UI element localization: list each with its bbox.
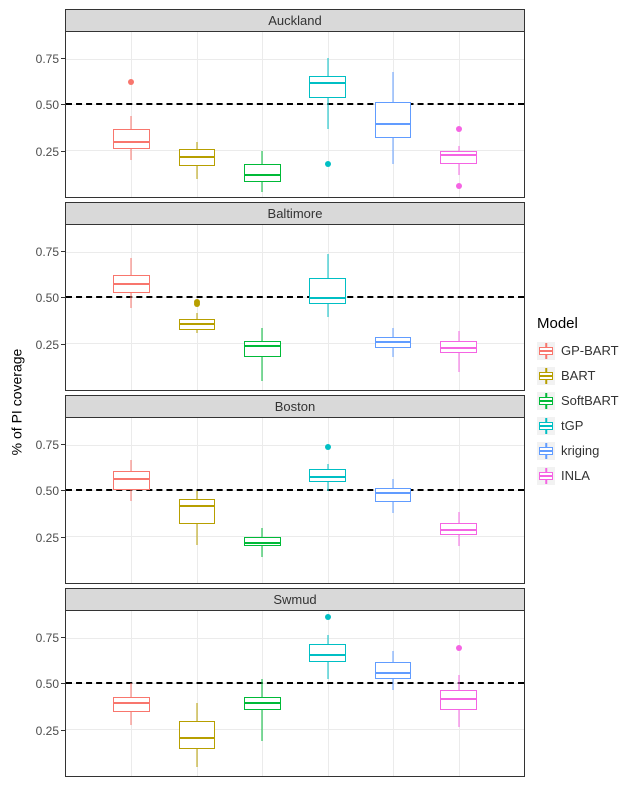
boxplot-BART <box>174 418 220 583</box>
boxplot-GP-BART <box>109 611 155 776</box>
legend-label: GP-BART <box>561 343 619 358</box>
boxplot-SoftBART <box>239 418 285 583</box>
boxplot-tGP <box>305 32 351 197</box>
legend-title: Model <box>537 315 635 332</box>
outlier <box>456 645 462 651</box>
legend-label: INLA <box>561 468 590 483</box>
legend-label: tGP <box>561 418 583 433</box>
boxplot-SoftBART <box>239 32 285 197</box>
facet-title: Baltimore <box>65 202 525 224</box>
boxplot-tGP <box>305 611 351 776</box>
panel <box>65 417 525 584</box>
facet-title: Boston <box>65 395 525 417</box>
legend-label: BART <box>561 368 595 383</box>
y-tick-label: 0.25 <box>36 724 59 738</box>
panel <box>65 610 525 777</box>
boxplot-SoftBART <box>239 225 285 390</box>
y-tick-label: 0.50 <box>36 98 59 112</box>
boxplot-INLA <box>436 225 482 390</box>
y-tick-label: 0.50 <box>36 484 59 498</box>
outlier <box>128 79 134 85</box>
legend-key <box>537 342 555 360</box>
boxplot-kriging <box>370 225 416 390</box>
panel <box>65 31 525 198</box>
boxplot-INLA <box>436 418 482 583</box>
boxplot-kriging <box>370 611 416 776</box>
y-axis-label: % of PI coverage <box>5 5 27 799</box>
y-tick-label: 0.25 <box>36 338 59 352</box>
legend-key <box>537 367 555 385</box>
outlier <box>325 161 331 167</box>
outlier <box>325 614 331 620</box>
legend-key <box>537 417 555 435</box>
outlier <box>325 444 331 450</box>
boxplot-INLA <box>436 611 482 776</box>
facet: Auckland <box>65 9 525 198</box>
boxplot-kriging <box>370 418 416 583</box>
y-tick-label: 0.75 <box>36 245 59 259</box>
boxplot-GP-BART <box>109 32 155 197</box>
y-tick-label: 0.75 <box>36 438 59 452</box>
facet: Baltimore <box>65 202 525 391</box>
outlier <box>456 183 462 189</box>
legend-items: GP-BART BART SoftBART tGP kriging <box>537 340 635 490</box>
boxplot-BART <box>174 225 220 390</box>
boxplot-tGP <box>305 225 351 390</box>
outlier <box>194 301 200 307</box>
boxplot-kriging <box>370 32 416 197</box>
legend: Model GP-BART BART SoftBART tGP <box>525 5 635 799</box>
legend-item: BART <box>537 365 635 387</box>
legend-key <box>537 392 555 410</box>
legend-label: kriging <box>561 443 599 458</box>
facet-title: Swmud <box>65 588 525 610</box>
boxplot-GP-BART <box>109 418 155 583</box>
legend-item: GP-BART <box>537 340 635 362</box>
y-tick-label: 0.50 <box>36 291 59 305</box>
chart-root: % of PI coverage 0.25 0.50 0.75 0.25 0.50 0.7… <box>0 0 640 804</box>
legend-key <box>537 467 555 485</box>
facet: Swmud <box>65 588 525 777</box>
y-tick-label: 0.25 <box>36 145 59 159</box>
legend-item: SoftBART <box>537 390 635 412</box>
legend-item: INLA <box>537 465 635 487</box>
boxplot-BART <box>174 611 220 776</box>
y-tick-column: 0.25 0.50 0.75 0.25 0.50 0.75 0.25 0.50 0.75 0.25… <box>27 5 65 799</box>
boxplot-GP-BART <box>109 225 155 390</box>
y-tick-label: 0.50 <box>36 677 59 691</box>
panel <box>65 224 525 391</box>
legend-item: kriging <box>537 440 635 462</box>
y-axis-label-text: % of PI coverage <box>8 349 24 456</box>
y-tick-label: 0.75 <box>36 52 59 66</box>
outlier <box>456 126 462 132</box>
boxplot-INLA <box>436 32 482 197</box>
y-tick-label: 0.25 <box>36 531 59 545</box>
boxplot-SoftBART <box>239 611 285 776</box>
boxplot-BART <box>174 32 220 197</box>
panel-column: Auckland Baltimore Boston Swmud <box>65 5 525 799</box>
facet: Boston <box>65 395 525 584</box>
boxplot-tGP <box>305 418 351 583</box>
facet-title: Auckland <box>65 9 525 31</box>
legend-key <box>537 442 555 460</box>
y-tick-label: 0.75 <box>36 631 59 645</box>
legend-item: tGP <box>537 415 635 437</box>
legend-label: SoftBART <box>561 393 619 408</box>
